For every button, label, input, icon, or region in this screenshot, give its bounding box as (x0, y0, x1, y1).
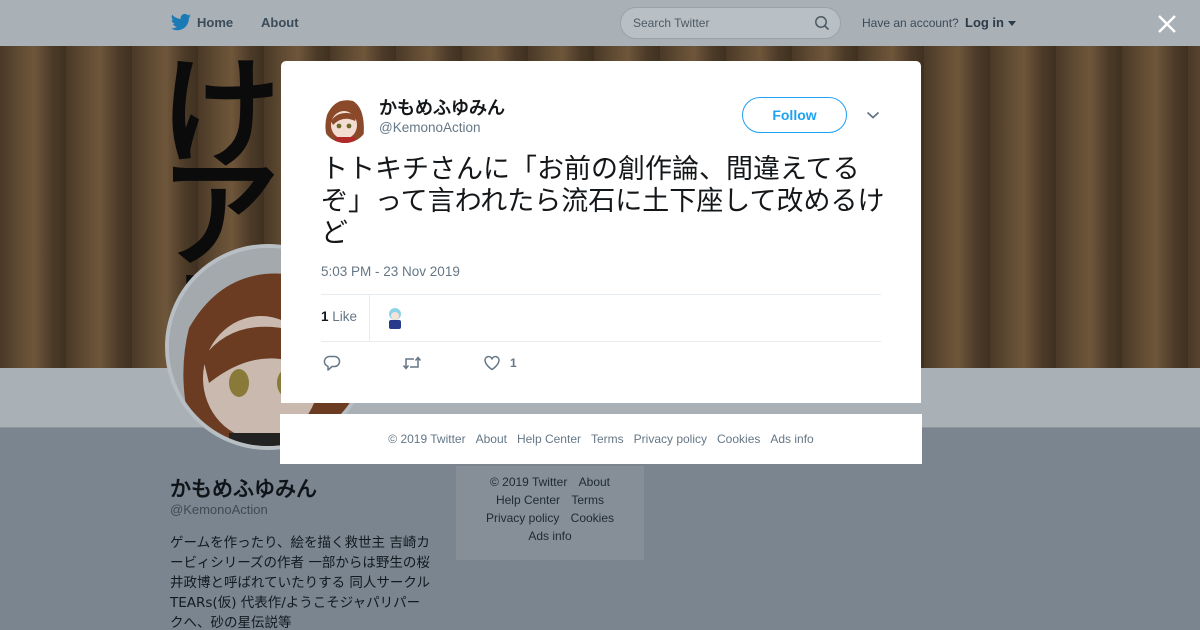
modal-footer: © 2019 Twitter About Help Center Terms P… (280, 414, 922, 464)
footer-link-copyright[interactable]: © 2019 Twitter (388, 432, 465, 446)
footer-link-terms[interactable]: Terms (571, 493, 604, 507)
reply-icon (323, 355, 341, 371)
like-button[interactable]: 1 (483, 354, 517, 372)
footer-link-about[interactable]: About (476, 432, 507, 446)
divider (321, 341, 881, 342)
login-caret-icon[interactable] (1008, 21, 1016, 26)
follow-button[interactable]: Follow (742, 97, 847, 133)
sidebar-footer: © 2019 Twitter About Help Center Terms P… (456, 466, 644, 560)
retweet-icon (402, 356, 422, 370)
nav-about-link[interactable]: About (261, 15, 299, 30)
profile-handle[interactable]: @KemonoAction (170, 502, 268, 517)
login-link[interactable]: Log in (965, 15, 1004, 30)
footer-link-ads-info[interactable]: Ads info (528, 529, 571, 543)
likes-stat[interactable]: 1 Like (321, 309, 357, 324)
heart-icon (484, 355, 500, 371)
search-placeholder: Search Twitter (633, 16, 710, 30)
footer-link-help-center[interactable]: Help Center (517, 432, 581, 446)
divider (369, 295, 370, 341)
footer-link-cookies[interactable]: Cookies (717, 432, 760, 446)
account-prompt: Have an account? (862, 16, 959, 30)
likes-count-number: 1 (321, 309, 329, 324)
footer-link-cookies[interactable]: Cookies (571, 511, 614, 525)
search-input[interactable]: Search Twitter (620, 7, 841, 39)
tweet-text: トトキチさんに「お前の創作論、間違えてるぞ」って言われたら流石に土下座して改める… (321, 154, 885, 249)
profile-bio: ゲームを作ったり、絵を描く救世主 吉崎カービィシリーズの作者 一部からは野生の桜… (170, 535, 430, 630)
tweet-modal: かもめふゆみん @KemonoAction Follow トトキチさんに「お前の… (281, 61, 921, 403)
tweet-author-avatar[interactable] (321, 95, 369, 143)
liker-avatar[interactable] (384, 306, 406, 330)
footer-link-privacy[interactable]: Privacy policy (634, 432, 707, 446)
chevron-down-icon[interactable] (866, 110, 880, 120)
footer-link-about[interactable]: About (579, 475, 610, 489)
footer-link-terms[interactable]: Terms (591, 432, 624, 446)
profile-name: かもめふゆみん (170, 477, 317, 501)
footer-link-ads-info[interactable]: Ads info (770, 432, 813, 446)
tweet-timestamp[interactable]: 5:03 PM - 23 Nov 2019 (321, 264, 460, 279)
footer-link-help-center[interactable]: Help Center (496, 493, 560, 507)
divider (321, 294, 881, 295)
top-navigation-bar: Home About Search Twitter Have an accoun… (0, 0, 1200, 46)
footer-link-copyright[interactable]: © 2019 Twitter (490, 475, 567, 489)
likes-count-label: Like (332, 309, 358, 324)
tweet-author-handle[interactable]: @KemonoAction (379, 120, 481, 135)
search-icon[interactable] (814, 15, 830, 31)
like-count: 1 (510, 356, 517, 370)
footer-link-privacy[interactable]: Privacy policy (486, 511, 559, 525)
nav-home-link[interactable]: Home (197, 15, 233, 30)
tweet-author-name[interactable]: かもめふゆみん (379, 94, 505, 120)
close-icon[interactable] (1155, 12, 1179, 36)
twitter-bird-icon[interactable] (170, 13, 192, 33)
reply-button[interactable] (323, 354, 341, 372)
retweet-button[interactable] (402, 354, 422, 372)
